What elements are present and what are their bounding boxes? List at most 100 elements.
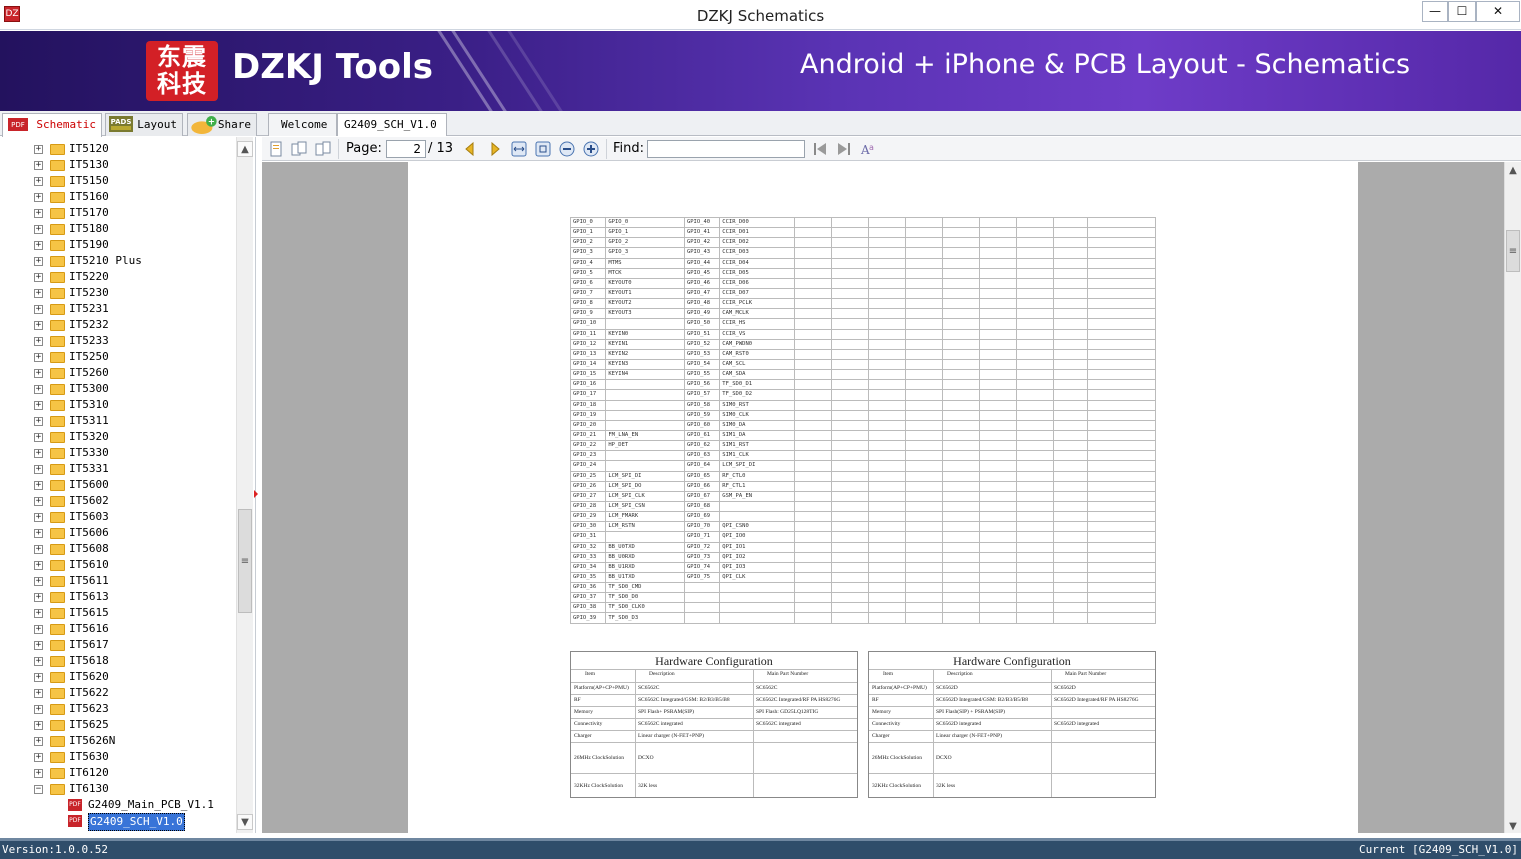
tree-file[interactable]: PDF G2409_Main_PCB_V1.1: [0, 797, 236, 813]
page-number-input[interactable]: 2: [386, 140, 426, 158]
tab-layout[interactable]: PADS Layout: [105, 113, 183, 136]
expand-icon[interactable]: +: [34, 241, 43, 250]
expand-icon[interactable]: +: [34, 305, 43, 314]
tree-folder[interactable]: + IT5602: [0, 493, 236, 509]
tree-folder[interactable]: + IT5625: [0, 717, 236, 733]
expand-icon[interactable]: +: [34, 145, 43, 154]
viewer-scroll-thumb[interactable]: ≡: [1506, 230, 1520, 272]
facing-pages-icon[interactable]: [315, 141, 331, 157]
zoom-out-icon[interactable]: [559, 141, 575, 157]
tree-folder[interactable]: + IT5626N: [0, 733, 236, 749]
tree-folder[interactable]: + IT5180: [0, 221, 236, 237]
expand-icon[interactable]: +: [34, 753, 43, 762]
expand-icon[interactable]: +: [34, 225, 43, 234]
tree-scrollbar[interactable]: ▲ ≡ ▼: [236, 137, 253, 833]
tree-folder[interactable]: + IT5300: [0, 381, 236, 397]
tree-folder[interactable]: + IT5622: [0, 685, 236, 701]
tab-schematic[interactable]: PDF Schematic: [2, 113, 102, 137]
previous-page-icon[interactable]: [462, 141, 478, 157]
scroll-down-icon[interactable]: ▼: [237, 814, 253, 830]
expand-icon[interactable]: +: [34, 257, 43, 266]
tree-folder[interactable]: + IT5310: [0, 397, 236, 413]
zoom-in-icon[interactable]: [583, 141, 599, 157]
expand-icon[interactable]: +: [34, 673, 43, 682]
tree-folder[interactable]: + IT5623: [0, 701, 236, 717]
tree-folder[interactable]: + IT5250: [0, 349, 236, 365]
tree-folder[interactable]: + IT5618: [0, 653, 236, 669]
tree-folder[interactable]: + IT5620: [0, 669, 236, 685]
tree-folder[interactable]: + IT5190: [0, 237, 236, 253]
tree-folder[interactable]: + IT5233: [0, 333, 236, 349]
expand-icon[interactable]: +: [34, 193, 43, 202]
expand-icon[interactable]: +: [34, 769, 43, 778]
document-viewer[interactable]: GPIO_0 GPIO_0 GPIO_40 CCIR_D00 GPIO_1 GPIO_1 G…: [262, 162, 1504, 833]
fit-page-icon[interactable]: [535, 141, 551, 157]
tree-folder[interactable]: + IT5330: [0, 445, 236, 461]
tree-folder[interactable]: + IT5170: [0, 205, 236, 221]
find-previous-icon[interactable]: [812, 141, 828, 157]
expand-icon[interactable]: +: [34, 545, 43, 554]
expand-icon[interactable]: +: [34, 337, 43, 346]
expand-icon[interactable]: +: [34, 561, 43, 570]
tree-folder[interactable]: + IT5630: [0, 749, 236, 765]
next-page-icon[interactable]: [487, 141, 503, 157]
tree-folder[interactable]: + IT6120: [0, 765, 236, 781]
tree-folder[interactable]: + IT5603: [0, 509, 236, 525]
collapse-icon[interactable]: −: [34, 785, 43, 794]
single-page-icon[interactable]: [268, 141, 284, 157]
tree-folder[interactable]: + IT5232: [0, 317, 236, 333]
expand-icon[interactable]: +: [34, 353, 43, 362]
expand-icon[interactable]: +: [34, 417, 43, 426]
scroll-up-icon[interactable]: ▲: [237, 141, 253, 157]
find-next-icon[interactable]: [836, 141, 852, 157]
expand-icon[interactable]: +: [34, 289, 43, 298]
tree-folder[interactable]: + IT5231: [0, 301, 236, 317]
viewer-scroll-up-icon[interactable]: ▲: [1505, 163, 1521, 179]
expand-icon[interactable]: +: [34, 721, 43, 730]
expand-icon[interactable]: +: [34, 689, 43, 698]
expand-icon[interactable]: +: [34, 481, 43, 490]
tree-folder[interactable]: − IT6130: [0, 781, 236, 797]
maximize-button[interactable]: ☐: [1448, 1, 1476, 22]
expand-icon[interactable]: +: [34, 577, 43, 586]
viewer-scroll-down-icon[interactable]: ▼: [1505, 819, 1521, 835]
tree-folder[interactable]: + IT5331: [0, 461, 236, 477]
tree-folder[interactable]: + IT5615: [0, 605, 236, 621]
tree-folder[interactable]: + IT5120: [0, 141, 236, 157]
tree-folder[interactable]: + IT5150: [0, 173, 236, 189]
close-window-button[interactable]: ✕: [1476, 1, 1520, 22]
tree-scroll-thumb[interactable]: ≡: [238, 509, 252, 613]
tree-folder[interactable]: + IT5613: [0, 589, 236, 605]
tree-folder[interactable]: + IT5320: [0, 429, 236, 445]
tree-folder[interactable]: + IT5610: [0, 557, 236, 573]
minimize-button[interactable]: —: [1422, 1, 1448, 22]
expand-icon[interactable]: +: [34, 209, 43, 218]
tree-folder[interactable]: + IT5608: [0, 541, 236, 557]
expand-icon[interactable]: +: [34, 177, 43, 186]
tree-folder[interactable]: + IT5230: [0, 285, 236, 301]
expand-icon[interactable]: +: [34, 641, 43, 650]
tree-folder[interactable]: + IT5611: [0, 573, 236, 589]
doc-tab-g2409[interactable]: G2409_SCH_V1.0×: [337, 113, 447, 153]
expand-icon[interactable]: +: [34, 433, 43, 442]
expand-icon[interactable]: +: [34, 609, 43, 618]
expand-icon[interactable]: +: [34, 657, 43, 666]
expand-icon[interactable]: +: [34, 385, 43, 394]
find-input[interactable]: [647, 140, 805, 158]
tab-share[interactable]: + Share: [187, 113, 257, 136]
fit-width-icon[interactable]: [511, 141, 527, 157]
expand-icon[interactable]: +: [34, 529, 43, 538]
expand-icon[interactable]: +: [34, 401, 43, 410]
match-case-icon[interactable]: Aa: [860, 141, 876, 157]
tree-folder[interactable]: + IT5617: [0, 637, 236, 653]
tree-folder[interactable]: + IT5606: [0, 525, 236, 541]
expand-icon[interactable]: +: [34, 705, 43, 714]
expand-icon[interactable]: +: [34, 369, 43, 378]
continuous-page-icon[interactable]: [291, 141, 307, 157]
expand-icon[interactable]: +: [34, 465, 43, 474]
expand-icon[interactable]: +: [34, 497, 43, 506]
expand-icon[interactable]: +: [34, 321, 43, 330]
tree-folder[interactable]: + IT5260: [0, 365, 236, 381]
expand-icon[interactable]: +: [34, 273, 43, 282]
tree-folder[interactable]: + IT5616: [0, 621, 236, 637]
